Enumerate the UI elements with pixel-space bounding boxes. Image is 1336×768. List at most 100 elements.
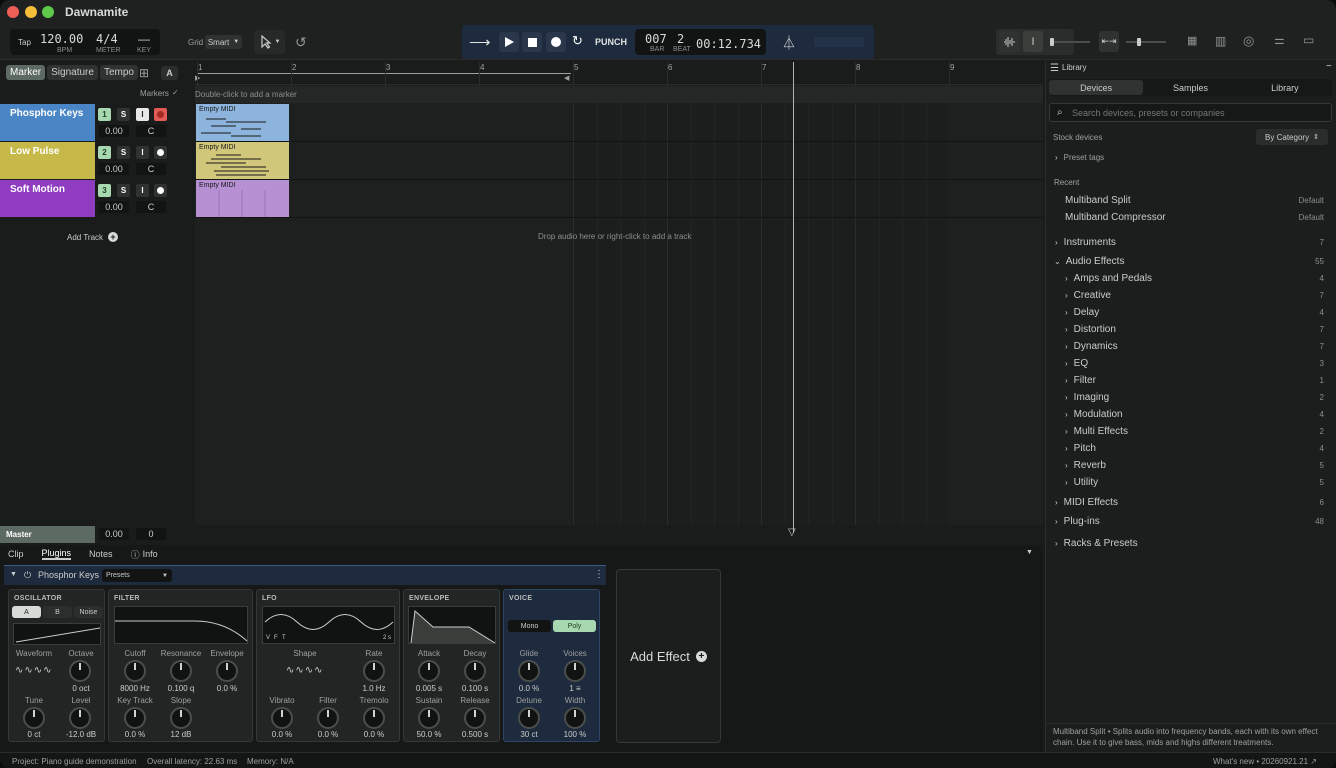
subcategory-item[interactable]: › Modulation 4 <box>1046 406 1336 423</box>
search-input[interactable] <box>1072 106 1322 119</box>
rate-knob[interactable] <box>363 660 385 682</box>
sustain-knob[interactable] <box>418 707 440 729</box>
loop-icon[interactable]: ↻ <box>572 33 583 49</box>
osc-noise-button[interactable]: Noise <box>74 606 103 618</box>
master-track[interactable]: Master 0.00 0 <box>0 526 187 543</box>
record-arm-button[interactable] <box>154 146 167 159</box>
loop-end-icon[interactable]: ◀ <box>564 74 569 82</box>
midi-clip[interactable]: Empty MIDI <box>196 104 289 141</box>
grid-view-icon[interactable]: ▦ <box>1187 34 1197 47</box>
slope-knob[interactable] <box>170 707 192 729</box>
browser-view-icon[interactable]: ◎ <box>1243 33 1254 49</box>
pointer-tool-button[interactable]: ▼ <box>254 30 285 54</box>
subcategory-item[interactable]: › Multi Effects 2 <box>1046 423 1336 440</box>
master-pan[interactable]: 0 <box>136 528 166 540</box>
width-knob[interactable] <box>564 707 586 729</box>
recent-item[interactable]: Multiband Compressor Default <box>1046 209 1336 226</box>
lfo-filter-knob[interactable] <box>317 707 339 729</box>
track-volume[interactable]: 0.00 <box>99 163 129 175</box>
check-icon[interactable]: ✓ <box>172 88 179 97</box>
level-knob[interactable] <box>69 707 91 729</box>
recent-item[interactable]: Multiband Split Default <box>1046 192 1336 209</box>
decay-knob[interactable] <box>464 660 486 682</box>
subcategory-item[interactable]: › Filter 1 <box>1046 372 1336 389</box>
subcategory-item[interactable]: › Amps and Pedals 4 <box>1046 270 1336 287</box>
tab-devices[interactable]: Devices <box>1049 80 1144 95</box>
voices-knob[interactable] <box>564 660 586 682</box>
glide-knob[interactable] <box>518 660 540 682</box>
subcategory-item[interactable]: › Imaging 2 <box>1046 389 1336 406</box>
horizontal-zoom-slider[interactable] <box>1050 38 1090 46</box>
subcategory-item[interactable]: › Utility 5 <box>1046 474 1336 491</box>
resonance-knob[interactable] <box>170 660 192 682</box>
stop-button[interactable] <box>522 32 542 52</box>
midi-clip[interactable]: Empty MIDI <box>196 142 289 179</box>
subcategory-item[interactable]: › Delay 4 <box>1046 304 1336 321</box>
slider-handle[interactable] <box>1050 38 1054 46</box>
grid-select[interactable]: Smart ▼ <box>205 35 242 49</box>
loop-region[interactable] <box>197 73 571 80</box>
metronome-icon[interactable]: ⏃ <box>782 33 796 53</box>
envelope-amount-knob[interactable] <box>216 660 238 682</box>
category-midi-effects[interactable]: › MIDI Effects 6 <box>1046 494 1336 511</box>
mixer-view-icon[interactable]: ▥ <box>1215 34 1226 48</box>
subcategory-item[interactable]: › Pitch 4 <box>1046 440 1336 457</box>
tab-samples[interactable]: Samples <box>1143 80 1237 95</box>
punch-button[interactable]: PUNCH <box>595 37 627 47</box>
sliders-icon[interactable]: ⚌ <box>1274 33 1285 47</box>
subcategory-item[interactable]: › EQ 3 <box>1046 355 1336 372</box>
tune-knob[interactable] <box>23 707 45 729</box>
more-options-icon[interactable]: ⋮ <box>594 569 604 580</box>
history-icon[interactable]: ↺ <box>295 34 307 51</box>
category-instruments[interactable]: › Instruments 7 <box>1046 234 1336 251</box>
grid-icon[interactable]: ⊞ <box>139 66 149 80</box>
tab-notes[interactable]: Notes <box>89 549 113 559</box>
track-header[interactable]: Soft Motion 3 S I 0.00 C <box>0 180 187 217</box>
keytrack-knob[interactable] <box>124 707 146 729</box>
close-window-button[interactable] <box>7 6 19 18</box>
record-arm-button[interactable] <box>154 108 167 121</box>
tab-library[interactable]: Library <box>1238 80 1332 95</box>
tremolo-knob[interactable] <box>363 707 385 729</box>
subcategory-item[interactable]: › Reverb 5 <box>1046 457 1336 474</box>
playhead-handle-icon[interactable]: ▽ <box>788 527 796 538</box>
input-monitor-button[interactable]: I <box>136 184 149 197</box>
track-name[interactable]: Phosphor Keys <box>0 104 95 141</box>
track-header[interactable]: Phosphor Keys 1 S I 0.00 C <box>0 104 187 141</box>
track-header[interactable]: Low Pulse 2 S I 0.00 C <box>0 142 187 179</box>
waveform-selector-icon[interactable]: ∿∿∿∿ <box>15 665 53 676</box>
vertical-zoom-slider[interactable] <box>1126 38 1166 46</box>
master-volume[interactable]: 0.00 <box>99 528 129 540</box>
tab-marker[interactable]: Marker <box>6 65 46 80</box>
track-pan[interactable]: C <box>136 163 166 175</box>
category-racks-presets[interactable]: › Racks & Presets <box>1046 535 1336 552</box>
midi-clip[interactable]: Empty MIDI <box>196 180 289 217</box>
marker-lane[interactable]: Double-click to add a marker <box>195 86 1043 103</box>
record-arm-button[interactable] <box>154 184 167 197</box>
mono-button[interactable]: Mono <box>508 620 551 632</box>
fit-width-button[interactable]: ⇤⇥ <box>1099 31 1119 52</box>
tab-tempo[interactable]: Tempo <box>99 65 138 80</box>
lfo-vibrato-indicator[interactable]: V <box>266 635 270 641</box>
whats-new-link[interactable]: What's new • 20260921.21 ↗ <box>1213 757 1317 766</box>
release-knob[interactable] <box>464 707 486 729</box>
lfo-filter-indicator[interactable]: F <box>274 635 278 641</box>
osc-b-button[interactable]: B <box>43 606 72 618</box>
tap-tempo-button[interactable]: Tap <box>18 38 31 47</box>
detune-knob[interactable] <box>518 707 540 729</box>
tab-signature[interactable]: Signature <box>47 65 98 80</box>
subcategory-item[interactable]: › Dynamics 7 <box>1046 338 1336 355</box>
playhead[interactable] <box>793 62 794 533</box>
vibrato-knob[interactable] <box>271 707 293 729</box>
track-volume[interactable]: 0.00 <box>99 125 129 137</box>
bpm-value[interactable]: 120.00 <box>40 32 83 46</box>
category-audio-effects[interactable]: ⌄ Audio Effects 55 <box>1046 253 1336 270</box>
meter-value[interactable]: 4/4 <box>96 32 118 46</box>
slider-handle[interactable] <box>1137 38 1141 46</box>
follow-playhead-icon[interactable]: ⟶ <box>469 33 491 51</box>
lfo-tremolo-indicator[interactable]: T <box>282 635 286 641</box>
search-field[interactable]: ⌕ <box>1049 103 1332 122</box>
attack-knob[interactable] <box>418 660 440 682</box>
preset-tags-row[interactable]: › Preset tags <box>1046 149 1336 166</box>
power-icon[interactable]: ⏻ <box>24 570 31 581</box>
